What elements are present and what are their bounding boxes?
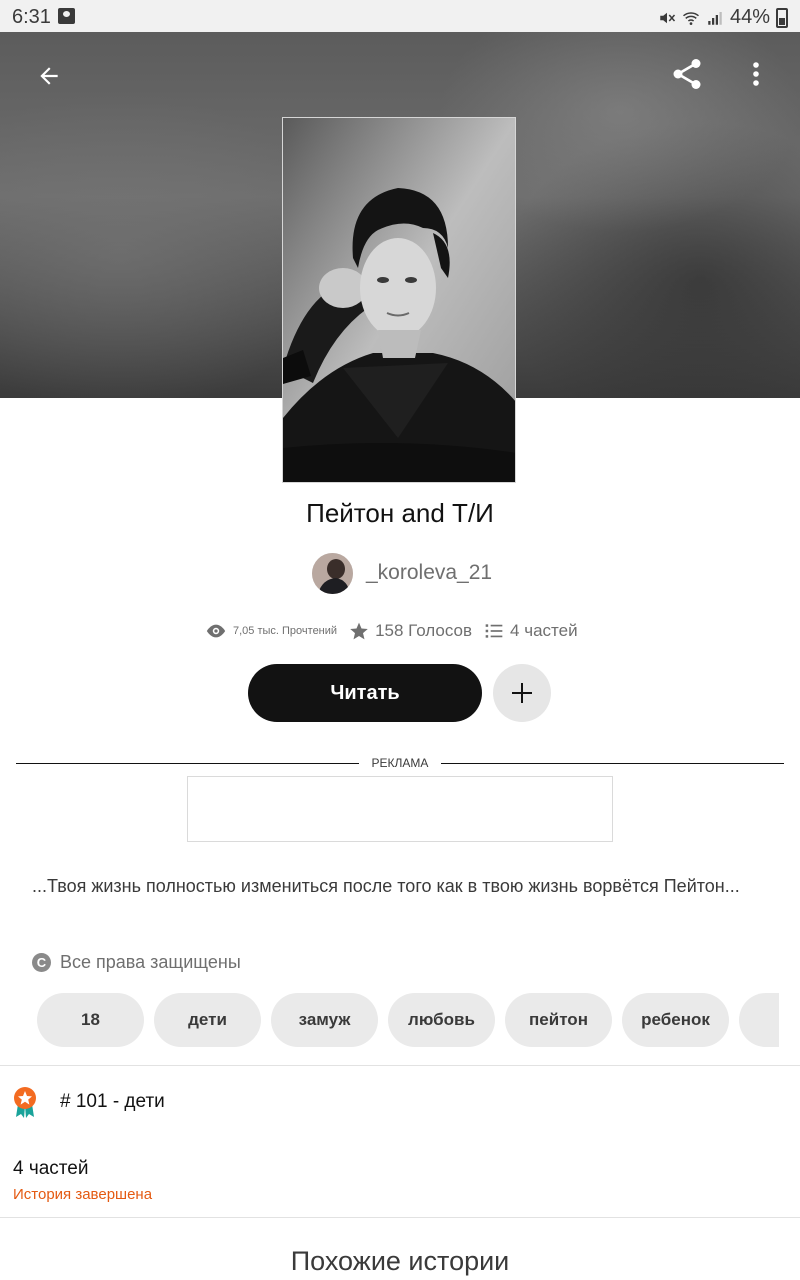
plus-icon [512,683,532,703]
ad-header: РЕКЛАМА [16,754,784,774]
tag-chip[interactable]: ребенок [622,993,729,1047]
section-divider [0,1065,800,1066]
mute-icon [660,12,676,23]
status-time: 6:31 [12,6,51,28]
tag-chip[interactable]: любовь [388,993,495,1047]
avatar [312,552,353,594]
status-bar: 6:31 44% [0,0,800,32]
copyright-notice: C Все права защищены [32,952,241,973]
battery-icon [776,7,788,28]
story-description: ...Твоя жизнь полностью измениться после… [32,876,740,896]
copyright-text: Все права защищены [60,952,241,972]
copyright-icon: C [32,953,51,972]
cover-photo [283,118,515,482]
similar-stories-heading: Похожие истории [290,1246,510,1276]
ranking-text: # 101 - дети [60,1091,165,1112]
parts-stat: 4 частей [484,621,578,641]
tag-chip[interactable]: замуж [271,993,378,1047]
parts-count-stat: 4 частей [510,621,578,640]
ranking-row[interactable]: # 101 - дети [12,1086,165,1118]
read-button[interactable]: Читать [248,664,482,722]
signal-icon [708,11,722,25]
back-button[interactable] [25,52,73,100]
story-title: Пейтон and Т/И [306,498,494,528]
notification-icon [58,8,75,24]
tag-list: 18детизамужлюбовьпейтонребенокти [37,993,779,1047]
votes-count: 158 Голосов [375,621,473,640]
star-icon [350,622,368,640]
arrow-left-icon [40,67,58,85]
story-cover-image[interactable] [282,117,516,483]
reads-stat: 7,05 тыс. Прочтений [205,620,337,642]
add-to-library-button[interactable] [493,664,551,722]
table-of-contents-count[interactable]: 4 частей [13,1158,88,1180]
author-name: _koroleva_21 [366,561,493,584]
votes-stat: 158 Голосов [349,621,472,641]
story-status: История завершена [13,1186,153,1203]
list-icon [485,624,503,638]
battery-percent: 44% [729,6,770,28]
status-icons: 44% [658,6,788,29]
tag-chip[interactable]: дети [154,993,261,1047]
share-icon [673,59,701,89]
story-stats: 7,05 тыс. Прочтений 158 Голосов 4 частей [205,617,590,645]
section-divider [0,1217,800,1218]
ad-label: РЕКЛАМА [371,756,429,770]
award-badge-icon [14,1087,36,1118]
ad-banner[interactable] [187,776,613,842]
tag-chip[interactable]: 18 [37,993,144,1047]
tag-chip[interactable]: ти [739,993,779,1047]
more-vertical-icon [753,62,759,86]
eye-icon [206,624,226,638]
reads-count: 7,05 тыс. Прочтений [233,625,338,637]
tag-chip[interactable]: пейтон [505,993,612,1047]
share-button[interactable] [663,50,711,98]
wifi-icon [682,11,699,25]
author-link[interactable]: _koroleva_21 [312,552,492,594]
more-options-button[interactable] [732,50,780,98]
